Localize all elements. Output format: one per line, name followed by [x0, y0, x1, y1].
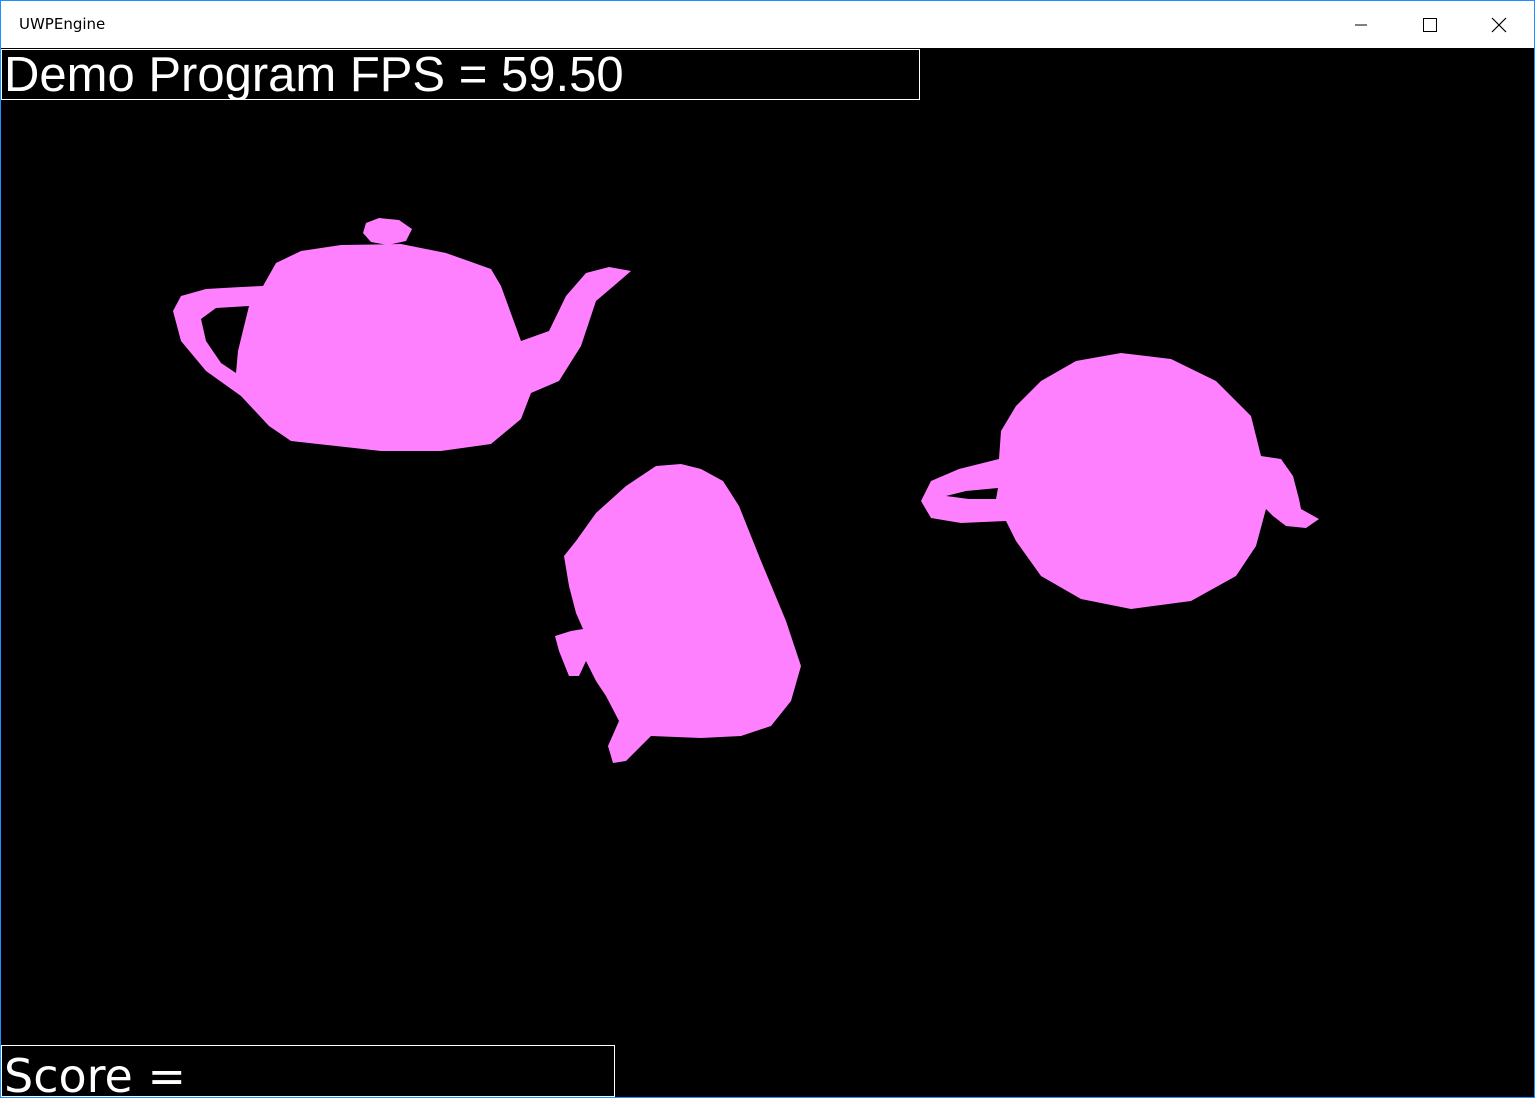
- close-icon: [1491, 17, 1507, 32]
- scene-canvas: [173, 218, 1319, 763]
- window-title: UWPEngine: [19, 15, 106, 33]
- teapot-tilted: [555, 464, 801, 763]
- score-display: Score =: [1, 1045, 615, 1097]
- app-window: UWPEngine Demo Program FPS = 59.50 Score…: [0, 0, 1535, 1098]
- title-bar[interactable]: UWPEngine: [1, 1, 1534, 48]
- maximize-button[interactable]: [1396, 1, 1464, 48]
- teapot-upright: [173, 218, 631, 451]
- minimize-icon: [1355, 24, 1367, 25]
- teapot-topview: [921, 353, 1319, 609]
- close-button[interactable]: [1465, 1, 1533, 48]
- maximize-icon: [1423, 17, 1437, 32]
- render-viewport[interactable]: Demo Program FPS = 59.50 Score =: [1, 48, 1534, 1097]
- minimize-button[interactable]: [1327, 1, 1395, 48]
- fps-counter: Demo Program FPS = 59.50: [1, 49, 920, 100]
